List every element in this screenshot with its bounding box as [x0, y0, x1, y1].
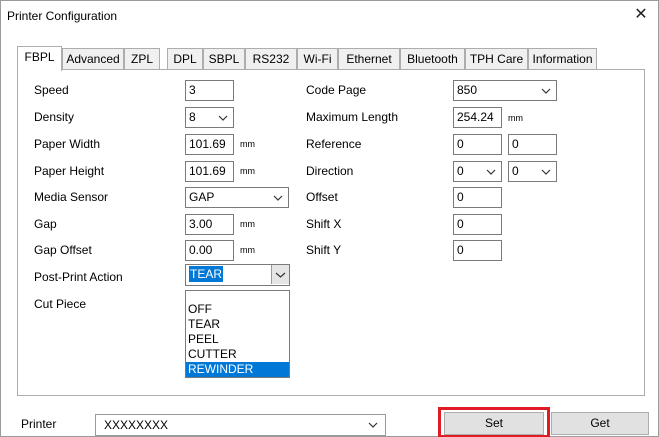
direction-label: Direction: [306, 164, 354, 178]
chevron-down-icon: [271, 189, 285, 206]
tab-advanced[interactable]: Advanced: [62, 48, 124, 70]
gap-offset-unit: mm: [240, 245, 255, 255]
code-page-select[interactable]: 850: [453, 80, 557, 101]
option-peel[interactable]: PEEL: [186, 332, 289, 347]
media-sensor-value: GAP: [189, 190, 215, 204]
shift-x-input[interactable]: 0: [453, 214, 502, 235]
tab-zpl[interactable]: ZPL: [124, 48, 160, 70]
chevron-down-icon: [539, 163, 553, 180]
printer-select[interactable]: XXXXXXXX: [95, 414, 386, 436]
paper-width-label: Paper Width: [34, 137, 101, 151]
tab-wifi[interactable]: Wi-Fi: [297, 48, 338, 70]
speed-input[interactable]: 3: [185, 80, 234, 101]
shift-x-label: Shift X: [306, 217, 342, 231]
tab-information[interactable]: Information: [528, 48, 597, 70]
paper-height-input[interactable]: 101.69: [185, 161, 234, 182]
maximum-length-unit: mm: [508, 113, 523, 123]
option-off[interactable]: OFF: [186, 302, 289, 317]
cut-piece-label: Cut Piece: [34, 297, 87, 311]
media-sensor-label: Media Sensor: [34, 190, 109, 204]
tab-fbpl[interactable]: FBPL: [17, 46, 62, 71]
maximum-length-label: Maximum Length: [306, 110, 399, 124]
direction-select-2[interactable]: 0: [508, 161, 557, 182]
post-print-action-value: TEAR: [189, 266, 224, 282]
option-rewinder[interactable]: REWINDER: [186, 362, 289, 377]
maximum-length-input[interactable]: 254.24: [453, 107, 502, 128]
chevron-down-icon: [275, 272, 286, 278]
direction-select-1[interactable]: 0: [453, 161, 502, 182]
tab-ethernet[interactable]: Ethernet: [338, 48, 400, 70]
chevron-down-icon: [366, 417, 380, 437]
set-button[interactable]: Set: [444, 412, 544, 435]
paper-width-unit: mm: [240, 139, 255, 149]
density-select[interactable]: 8: [185, 107, 234, 128]
get-button[interactable]: Get: [551, 412, 649, 435]
density-value: 8: [189, 110, 196, 124]
code-page-value: 850: [457, 83, 478, 97]
media-sensor-select[interactable]: GAP: [185, 187, 289, 208]
printer-configuration-window: Printer Configuration ✕ FBPL Advanced ZP…: [0, 0, 659, 437]
paper-height-unit: mm: [240, 166, 255, 176]
post-print-action-label: Post-Print Action: [34, 270, 123, 284]
title-bar: Printer Configuration ✕: [1, 1, 658, 31]
tab-tph-care[interactable]: TPH Care: [465, 48, 528, 70]
paper-height-label: Paper Height: [34, 164, 105, 178]
chevron-down-icon: [216, 109, 230, 126]
direction-value-1: 0: [457, 164, 464, 178]
post-print-action-select[interactable]: TEAR: [185, 264, 290, 286]
post-print-action-dropdown[interactable]: OFF TEAR PEEL CUTTER REWINDER: [185, 290, 290, 378]
density-label: Density: [34, 110, 75, 124]
tab-dpl[interactable]: DPL: [167, 48, 203, 70]
close-icon[interactable]: ✕: [632, 6, 650, 24]
printer-value: XXXXXXXX: [104, 418, 169, 432]
offset-label: Offset: [306, 190, 338, 204]
paper-width-input[interactable]: 101.69: [185, 134, 234, 155]
direction-value-2: 0: [512, 164, 519, 178]
gap-label: Gap: [34, 217, 57, 231]
reference-label: Reference: [306, 137, 362, 151]
shift-y-input[interactable]: 0: [453, 240, 502, 261]
chevron-down-icon: [484, 163, 498, 180]
option-tear[interactable]: TEAR: [186, 317, 289, 332]
code-page-label: Code Page: [306, 83, 367, 97]
dropdown-button[interactable]: [271, 265, 289, 284]
tab-rs232[interactable]: RS232: [245, 48, 297, 70]
tab-sbpl[interactable]: SBPL: [203, 48, 245, 70]
chevron-down-icon: [539, 82, 553, 99]
shift-y-label: Shift Y: [306, 243, 342, 257]
gap-unit: mm: [240, 219, 255, 229]
speed-label: Speed: [34, 83, 69, 97]
option-cutter[interactable]: CUTTER: [186, 347, 289, 362]
reference-x-input[interactable]: 0: [453, 134, 502, 155]
reference-y-input[interactable]: 0: [508, 134, 557, 155]
gap-input[interactable]: 3.00: [185, 214, 234, 235]
gap-offset-input[interactable]: 0.00: [185, 240, 234, 261]
tab-bluetooth[interactable]: Bluetooth: [400, 48, 465, 70]
window-title: Printer Configuration: [7, 9, 118, 23]
offset-input[interactable]: 0: [453, 187, 502, 208]
printer-label: Printer: [21, 417, 57, 431]
gap-offset-label: Gap Offset: [34, 243, 92, 257]
